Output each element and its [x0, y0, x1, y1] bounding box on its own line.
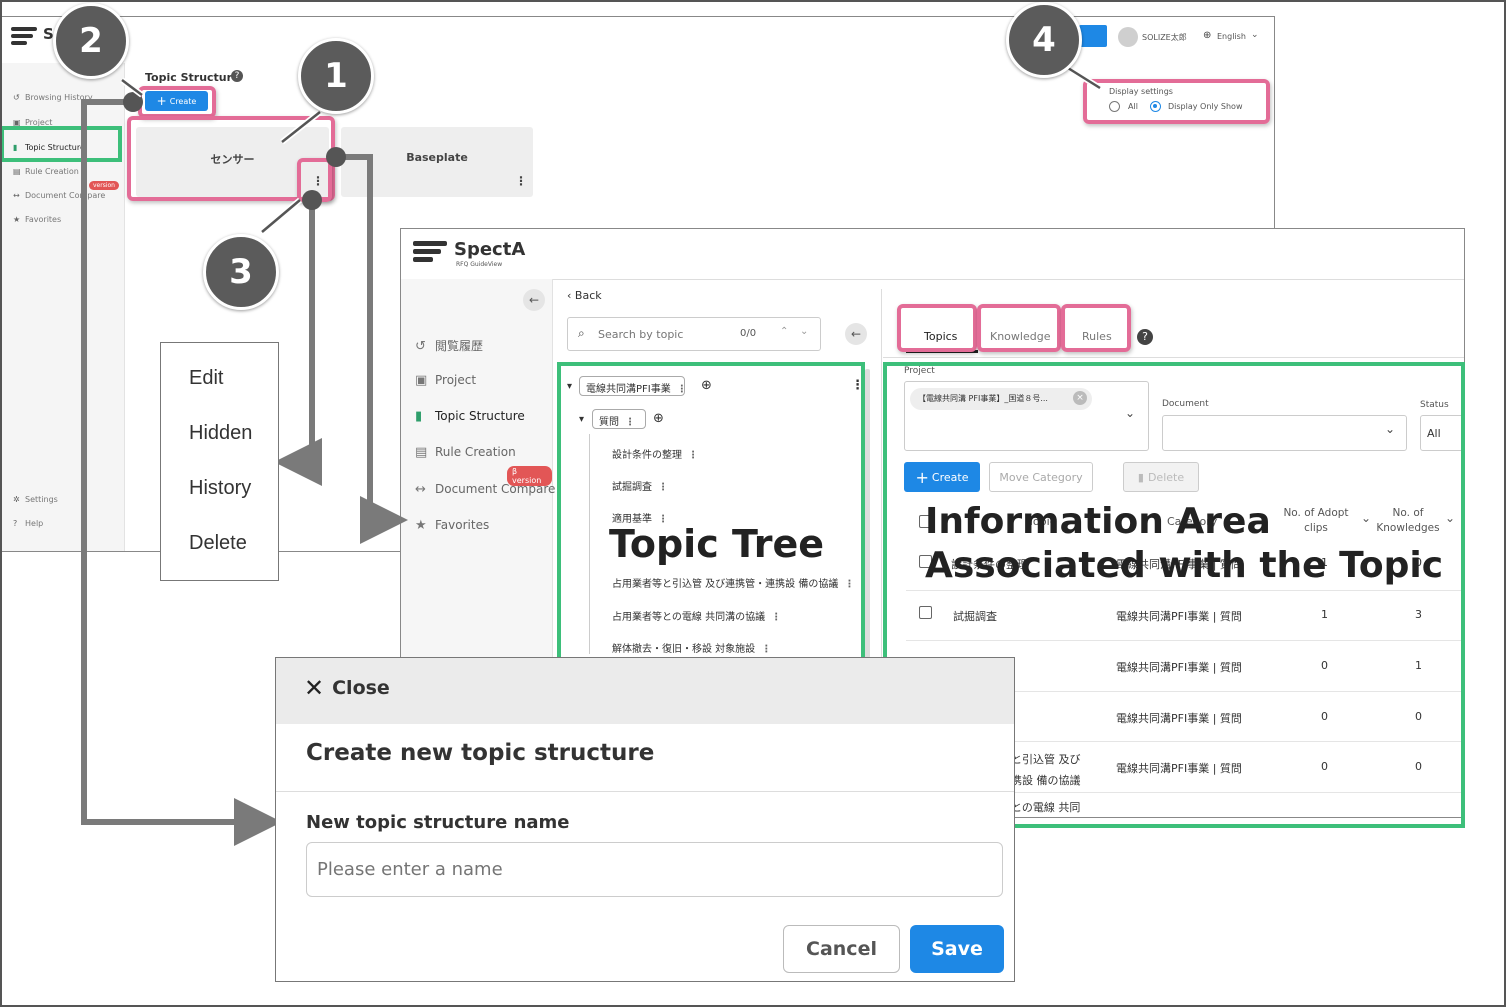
callout-pointer — [1067, 66, 1101, 90]
callout-3: 3 — [203, 234, 279, 310]
connector-dot — [326, 147, 346, 167]
close-button[interactable]: ✕ Close — [304, 676, 390, 700]
menu-item-delete[interactable]: Delete — [189, 532, 247, 555]
close-icon: ✕ — [304, 674, 325, 702]
context-menu: Edit Hidden History Delete — [160, 342, 279, 581]
callout-pointer — [281, 111, 321, 143]
cancel-button[interactable]: Cancel — [783, 925, 900, 973]
menu-item-edit[interactable]: Edit — [189, 367, 223, 390]
connector-card-to-window — [336, 154, 408, 544]
save-button[interactable]: Save — [910, 925, 1004, 973]
callout-2: 2 — [53, 3, 129, 79]
dialog-divider — [276, 791, 1014, 792]
menu-item-history[interactable]: History — [189, 477, 251, 500]
create-topic-dialog: ✕ Close Create new topic structure New t… — [275, 657, 1015, 982]
callout-4: 4 — [1006, 2, 1082, 78]
field-label: New topic structure name — [306, 812, 570, 833]
menu-item-hidden[interactable]: Hidden — [189, 422, 252, 445]
connector-kebab-to-menu — [274, 200, 322, 486]
dialog-header: ✕ Close — [276, 658, 1014, 724]
dialog-title: Create new topic structure — [306, 740, 655, 766]
callout-1: 1 — [298, 38, 374, 114]
connector-dot — [302, 190, 322, 210]
callout-pointer — [261, 199, 301, 233]
topic-name-input[interactable] — [306, 842, 1003, 897]
